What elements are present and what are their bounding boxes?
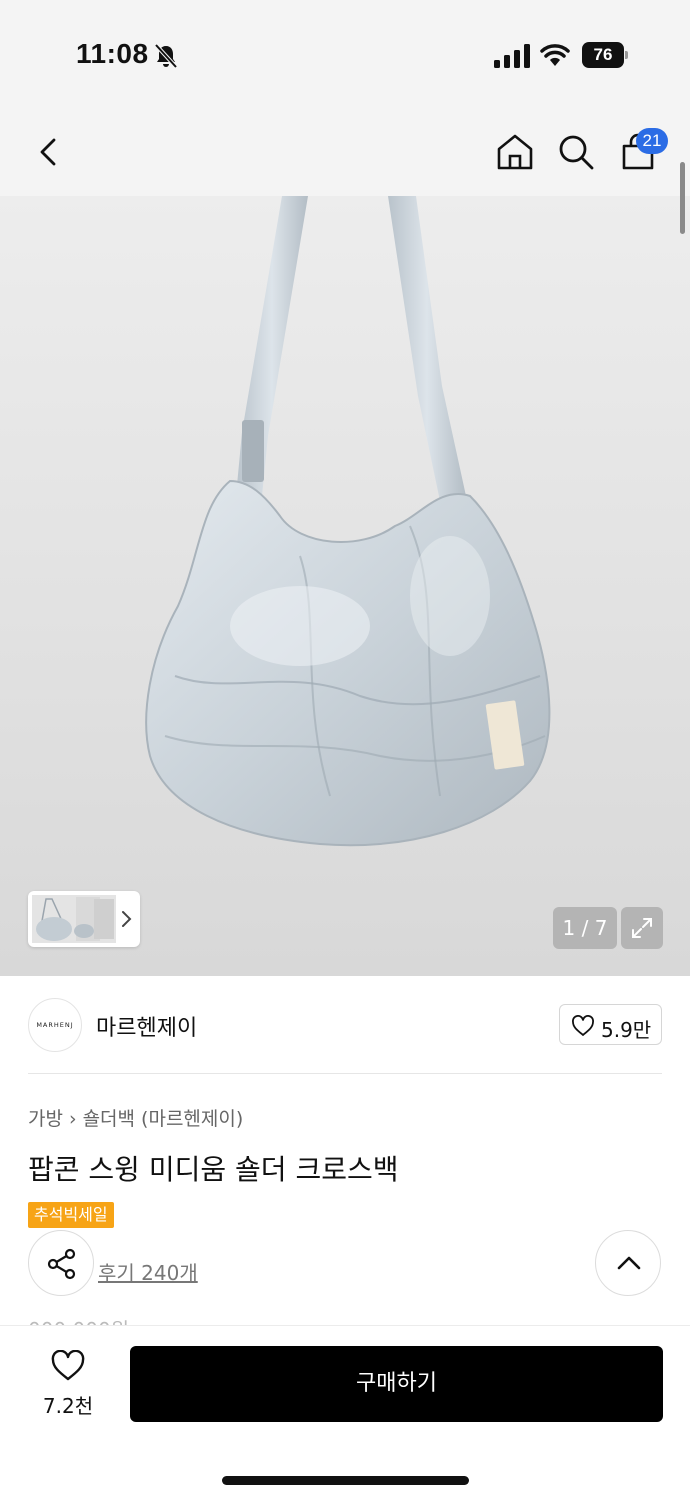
brand-row[interactable]: MARHENJ 마르헨제이 5.9만 xyxy=(0,976,690,1074)
wishlist-count: 7.2천 xyxy=(42,1394,94,1418)
product-image-gallery[interactable]: 1 / 7 xyxy=(0,196,690,976)
expand-icon xyxy=(632,918,652,938)
image-pager: 1 / 7 xyxy=(553,907,617,949)
thumbnail-image xyxy=(32,895,116,943)
event-badge: 추석빅세일 xyxy=(28,1202,114,1228)
status-time: 11:08 xyxy=(76,38,149,69)
wifi-icon xyxy=(540,44,570,66)
home-icon[interactable] xyxy=(495,132,535,172)
brand-like-count: 5.9만 xyxy=(601,1018,652,1042)
back-icon[interactable] xyxy=(30,132,70,172)
search-icon[interactable] xyxy=(556,132,596,172)
thumbnail-strip[interactable] xyxy=(28,891,140,947)
breadcrumb-subcategory[interactable]: 숄더백 (마르헨제이) xyxy=(83,1108,244,1130)
wishlist-button[interactable]: 7.2천 xyxy=(28,1348,108,1424)
product-title: 팝콘 스윙 미디움 숄더 크로스백 xyxy=(28,1153,399,1186)
brand-name[interactable]: 마르헨제이 xyxy=(96,1010,197,1042)
heart-outline-icon xyxy=(572,1015,594,1036)
expand-button[interactable] xyxy=(621,907,663,949)
share-icon xyxy=(47,1248,76,1280)
home-indicator[interactable] xyxy=(222,1476,469,1485)
silent-bell-icon xyxy=(154,43,178,69)
share-button[interactable] xyxy=(28,1230,94,1296)
heart-outline-icon xyxy=(51,1350,85,1381)
review-count-link[interactable]: 후기 240개 xyxy=(98,1257,198,1286)
breadcrumb-category[interactable]: 가방 xyxy=(28,1108,63,1130)
brand-logo[interactable]: MARHENJ xyxy=(28,998,82,1052)
cart-count-badge: 21 xyxy=(636,128,668,154)
battery-level: 76 xyxy=(582,42,624,68)
brand-like-button[interactable]: 5.9만 xyxy=(559,1004,662,1045)
divider xyxy=(28,1073,662,1074)
buy-button[interactable]: 구매하기 xyxy=(130,1346,663,1422)
bottom-action-bar: 7.2천 구매하기 xyxy=(0,1325,690,1500)
status-bar: 11:08 76 xyxy=(0,0,690,110)
breadcrumb-separator-icon: › xyxy=(68,1108,77,1130)
chevron-right-icon xyxy=(122,911,132,927)
page-scrollbar[interactable] xyxy=(680,162,685,234)
chevron-up-icon xyxy=(617,1256,641,1270)
scroll-top-button[interactable] xyxy=(595,1230,661,1296)
breadcrumb: 가방 › 숄더백 (마르헨제이) xyxy=(28,1104,243,1131)
battery-icon: 76 xyxy=(582,42,628,68)
top-nav xyxy=(0,110,690,196)
product-image xyxy=(145,196,551,847)
cellular-signal-icon xyxy=(494,44,530,68)
